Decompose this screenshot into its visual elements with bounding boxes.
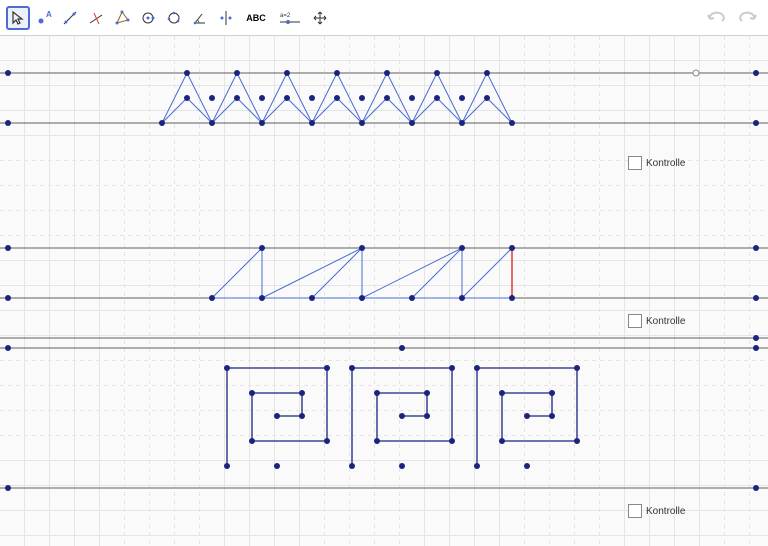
text-tool[interactable]: ABC <box>240 6 272 30</box>
text-tool-label: ABC <box>246 13 266 23</box>
redo-button[interactable] <box>734 6 760 28</box>
svg-text:a=2: a=2 <box>280 13 291 19</box>
pan-tool[interactable] <box>308 6 332 30</box>
circle-center-tool[interactable] <box>136 6 160 30</box>
kontrolle-checkbox-1[interactable]: Kontrolle <box>628 156 685 170</box>
svg-text:A: A <box>46 10 52 19</box>
geometry-canvas[interactable]: Kontrolle Kontrolle Kontrolle <box>0 36 768 546</box>
polygon-tool[interactable] <box>110 6 134 30</box>
kontrolle-checkbox-3[interactable]: Kontrolle <box>628 504 685 518</box>
move-tool[interactable] <box>6 6 30 30</box>
angle-tool[interactable] <box>188 6 212 30</box>
perpendicular-tool[interactable] <box>84 6 108 30</box>
undo-button[interactable] <box>704 6 730 28</box>
construction-layer <box>0 36 768 546</box>
kontrolle-box-1[interactable] <box>628 156 642 170</box>
toolbar: A ABC a=2 <box>0 0 768 36</box>
kontrolle-label: Kontrolle <box>646 316 685 327</box>
kontrolle-checkbox-2[interactable]: Kontrolle <box>628 314 685 328</box>
circle-3pt-tool[interactable] <box>162 6 186 30</box>
kontrolle-box-3[interactable] <box>628 504 642 518</box>
slider-tool[interactable]: a=2 <box>274 6 306 30</box>
line-tool[interactable] <box>58 6 82 30</box>
kontrolle-label: Kontrolle <box>646 506 685 517</box>
point-tool[interactable]: A <box>32 6 56 30</box>
kontrolle-box-2[interactable] <box>628 314 642 328</box>
reflect-tool[interactable] <box>214 6 238 30</box>
kontrolle-label: Kontrolle <box>646 158 685 169</box>
